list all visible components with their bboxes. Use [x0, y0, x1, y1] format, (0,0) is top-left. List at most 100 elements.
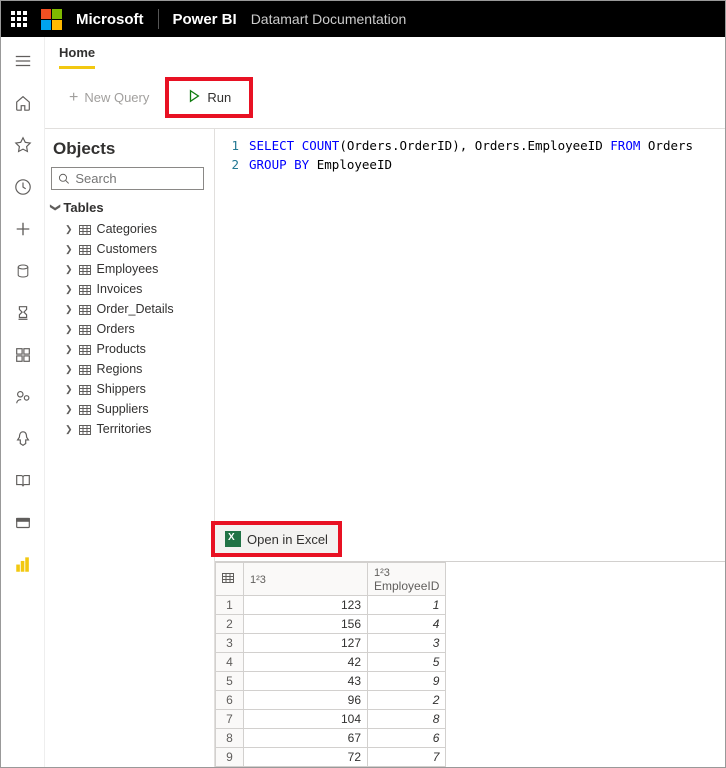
chevron-down-icon: ❯	[50, 203, 61, 211]
chevron-right-icon: ❯	[65, 224, 73, 235]
left-nav-rail	[1, 37, 45, 767]
cell-count: 42	[244, 653, 368, 672]
table-icon	[79, 264, 91, 274]
plus-icon: +	[69, 90, 78, 106]
table-icon	[79, 224, 91, 234]
chevron-right-icon: ❯	[65, 244, 73, 255]
table-item-orders[interactable]: ❯Orders	[51, 319, 204, 339]
objects-panel: Objects ❯ Tables ❯Categories❯Customers❯E…	[45, 129, 215, 767]
table-label: Invoices	[97, 282, 143, 296]
table-icon	[79, 404, 91, 414]
row-index: 4	[216, 653, 244, 672]
new-query-label: New Query	[84, 90, 149, 105]
deployment-icon[interactable]	[13, 429, 33, 449]
shared-icon[interactable]	[13, 387, 33, 407]
table-label: Territories	[97, 422, 152, 436]
table-icon	[79, 324, 91, 334]
chevron-right-icon: ❯	[65, 264, 73, 275]
cell-employeeid: 1	[368, 596, 446, 615]
row-index: 6	[216, 691, 244, 710]
excel-icon	[225, 531, 241, 547]
table-label: Categories	[97, 222, 157, 236]
table-item-employees[interactable]: ❯ Employees	[51, 259, 204, 279]
table-icon	[79, 244, 91, 254]
table-icon	[79, 364, 91, 374]
table-row[interactable]: 31273	[216, 634, 446, 653]
home-icon[interactable]	[13, 93, 33, 113]
workspaces-icon[interactable]	[13, 513, 33, 533]
table-row[interactable]: 6962	[216, 691, 446, 710]
tab-home[interactable]: Home	[59, 45, 95, 69]
open-in-excel-button[interactable]: Open in Excel	[211, 521, 342, 557]
table-item-customers[interactable]: ❯ Customers	[51, 239, 204, 259]
table-item-order_details[interactable]: ❯Order_Details	[51, 299, 204, 319]
table-item-territories[interactable]: ❯ Territories	[51, 419, 204, 439]
chevron-right-icon: ❯	[65, 344, 73, 355]
create-icon[interactable]	[13, 219, 33, 239]
objects-search[interactable]	[51, 167, 204, 190]
table-item-suppliers[interactable]: ❯Suppliers	[51, 399, 204, 419]
table-row[interactable]: 71048	[216, 710, 446, 729]
table-row[interactable]: 11231	[216, 596, 446, 615]
results-toolbar: Open in Excel	[215, 517, 725, 561]
cell-count: 43	[244, 672, 368, 691]
microsoft-logo-icon	[41, 9, 62, 30]
goals-icon[interactable]	[13, 303, 33, 323]
sql-editor[interactable]: 1SELECT COUNT(Orders.OrderID), Orders.Em…	[215, 129, 725, 517]
brand-name: Microsoft	[76, 11, 144, 28]
tables-label: Tables	[63, 200, 103, 215]
new-query-button[interactable]: + New Query	[59, 86, 159, 110]
table-row[interactable]: 4425	[216, 653, 446, 672]
apps-icon[interactable]	[13, 345, 33, 365]
table-item-shippers[interactable]: ❯ Shippers	[51, 379, 204, 399]
cell-employeeid: 8	[368, 710, 446, 729]
favorites-icon[interactable]	[13, 135, 33, 155]
table-row[interactable]: 5439	[216, 672, 446, 691]
column-header-employeeid[interactable]: 1²3 EmployeeID	[368, 563, 446, 596]
table-row[interactable]: 8676	[216, 729, 446, 748]
cell-employeeid: 6	[368, 729, 446, 748]
learn-icon[interactable]	[13, 471, 33, 491]
search-input[interactable]	[75, 171, 197, 186]
table-item-products[interactable]: ❯Products	[51, 339, 204, 359]
recent-icon[interactable]	[13, 177, 33, 197]
query-editor: 1SELECT COUNT(Orders.OrderID), Orders.Em…	[215, 129, 725, 767]
document-title: Datamart Documentation	[251, 11, 407, 27]
tables-group[interactable]: ❯ Tables	[51, 200, 204, 215]
datasets-icon[interactable]	[13, 261, 33, 281]
table-icon	[79, 304, 91, 314]
table-row[interactable]: 21564	[216, 615, 446, 634]
chevron-right-icon: ❯	[65, 424, 73, 435]
hamburger-icon[interactable]	[13, 51, 33, 71]
cell-count: 96	[244, 691, 368, 710]
table-icon	[79, 344, 91, 354]
row-index: 3	[216, 634, 244, 653]
table-label: Regions	[97, 362, 143, 376]
row-index: 2	[216, 615, 244, 634]
open-excel-label: Open in Excel	[247, 532, 328, 547]
run-button[interactable]: Run	[165, 77, 253, 118]
cell-count: 104	[244, 710, 368, 729]
chevron-right-icon: ❯	[65, 364, 73, 375]
table-label: Employees	[97, 262, 159, 276]
table-label: Customers	[97, 242, 157, 256]
table-icon	[79, 284, 91, 294]
table-label: Shippers	[97, 382, 146, 396]
search-icon	[58, 172, 69, 185]
table-item-invoices[interactable]: ❯Invoices	[51, 279, 204, 299]
column-header-count[interactable]: 1²3	[244, 563, 368, 596]
table-item-categories[interactable]: ❯ Categories	[51, 219, 204, 239]
my-workspace-icon[interactable]	[13, 555, 33, 575]
table-item-regions[interactable]: ❯ Regions	[51, 359, 204, 379]
cell-count: 127	[244, 634, 368, 653]
cell-employeeid: 3	[368, 634, 446, 653]
row-index: 1	[216, 596, 244, 615]
app-launcher-icon[interactable]	[11, 11, 27, 27]
chevron-right-icon: ❯	[65, 404, 73, 415]
cell-employeeid: 4	[368, 615, 446, 634]
cell-employeeid: 9	[368, 672, 446, 691]
grid-corner[interactable]	[216, 563, 244, 596]
cell-employeeid: 2	[368, 691, 446, 710]
chevron-right-icon: ❯	[65, 384, 73, 395]
table-row[interactable]: 9727	[216, 748, 446, 767]
